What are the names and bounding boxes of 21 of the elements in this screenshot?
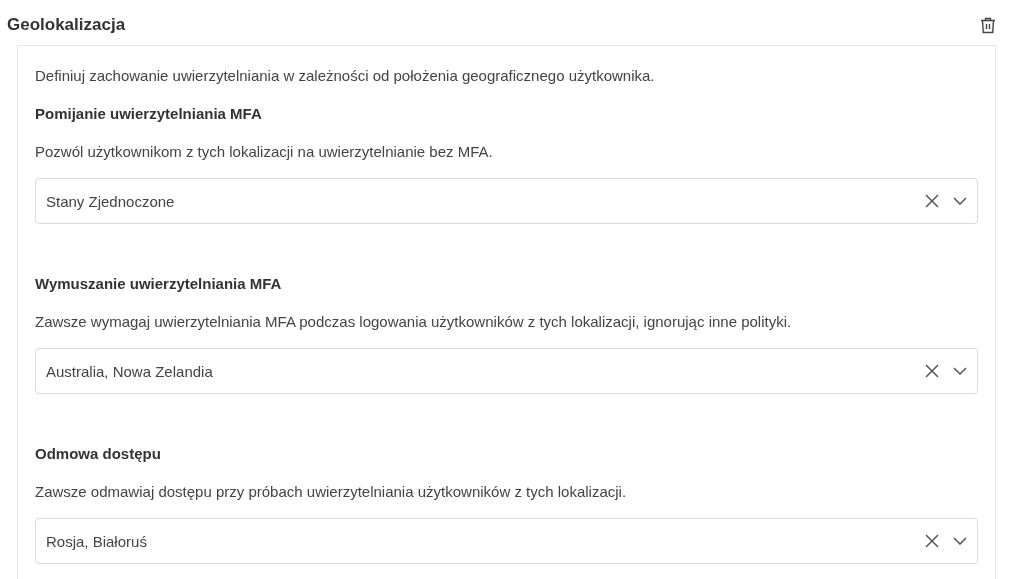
clear-icon[interactable] bbox=[925, 364, 939, 378]
clear-icon[interactable] bbox=[925, 194, 939, 208]
card-description: Definiuj zachowanie uwierzytelniania w zależności od położenia geograficznego użytkownika. bbox=[35, 66, 656, 86]
setting-description: Zawsze wymagaj uwierzytelniania MFA podczas logowania użytkowników z tych lokalizacji, ignorując inne polityki. bbox=[35, 312, 793, 332]
select-value: Rosja, Białoruś bbox=[46, 532, 148, 550]
select-value: Australia, Nowa Zelandia bbox=[46, 362, 214, 380]
setting-heading: Wymuszanie uwierzytelniania MFA bbox=[35, 274, 283, 294]
chevron-down-icon[interactable] bbox=[953, 197, 967, 205]
setting-heading: Odmowa dostępu bbox=[35, 444, 162, 464]
select-value: Stany Zjednoczone bbox=[46, 192, 176, 210]
country-select[interactable]: Australia, Nowa Zelandia bbox=[35, 348, 978, 394]
setting-description: Pozwól użytkownikom z tych lokalizacji na uwierzytelnianie bez MFA. bbox=[35, 142, 494, 162]
chevron-down-icon[interactable] bbox=[953, 367, 967, 375]
trash-icon[interactable] bbox=[980, 16, 996, 34]
country-select[interactable]: Rosja, Białoruś bbox=[35, 518, 978, 564]
country-select[interactable]: Stany Zjednoczone bbox=[35, 178, 978, 224]
section-title: Geolokalizacja bbox=[7, 15, 126, 35]
clear-icon[interactable] bbox=[925, 534, 939, 548]
setting-heading: Pomijanie uwierzytelniania MFA bbox=[35, 104, 263, 124]
setting-description: Zawsze odmawiaj dostępu przy próbach uwierzytelniania użytkowników z tych lokalizacji. bbox=[35, 482, 628, 502]
chevron-down-icon[interactable] bbox=[953, 537, 967, 545]
